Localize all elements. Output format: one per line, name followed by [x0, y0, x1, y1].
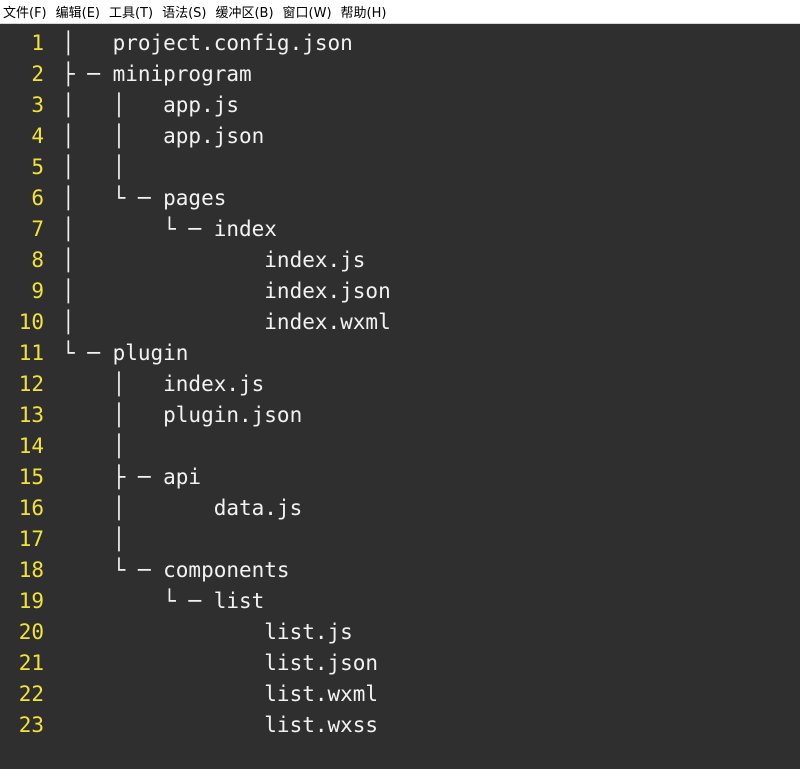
editor-line[interactable]: 23 list.wxss: [0, 710, 800, 741]
editor-line[interactable]: 22 list.wxml: [0, 679, 800, 710]
editor-area[interactable]: 1 │ project.config.json 2 ├ ─ miniprogram …: [0, 24, 800, 769]
line-number: 5: [31, 155, 44, 179]
line-text[interactable]: │ index.js: [62, 369, 265, 400]
line-text[interactable]: │ │ app.js: [62, 90, 239, 121]
line-text[interactable]: ├ ─ miniprogram: [62, 59, 252, 90]
editor-line[interactable]: 21 list.json: [0, 648, 800, 679]
line-number: 19: [18, 589, 44, 613]
editor-line[interactable]: 14 │: [0, 431, 800, 462]
editor-line[interactable]: 17 │: [0, 524, 800, 555]
editor-line[interactable]: 3 │ │ app.js: [0, 90, 800, 121]
line-text[interactable]: └ ─ plugin: [62, 338, 188, 369]
editor-line[interactable]: 12 │ index.js: [0, 369, 800, 400]
line-number: 17: [18, 527, 44, 551]
line-number: 3: [31, 93, 44, 117]
line-number: 22: [18, 682, 44, 706]
line-text[interactable]: list.wxss: [62, 710, 378, 741]
line-number: 18: [18, 558, 44, 582]
line-number: 1: [31, 31, 44, 55]
line-text[interactable]: ├ ─ api: [62, 462, 202, 493]
editor-line[interactable]: 6 │ └ ─ pages: [0, 183, 800, 214]
line-text[interactable]: │ │ app.json: [62, 121, 264, 152]
editor-line[interactable]: 8 │ index.js: [0, 245, 800, 276]
line-text[interactable]: list.js: [62, 617, 353, 648]
menu-help[interactable]: 帮助(H): [341, 2, 387, 21]
line-text[interactable]: │ │: [62, 152, 125, 183]
line-number: 13: [18, 403, 44, 427]
line-text[interactable]: │ index.wxml: [62, 307, 391, 338]
line-number: 12: [18, 372, 44, 396]
editor-line[interactable]: 10 │ index.wxml: [0, 307, 800, 338]
line-text[interactable]: │ data.js: [62, 493, 303, 524]
line-text[interactable]: │ index.js: [62, 245, 365, 276]
menu-edit[interactable]: 编辑(E): [56, 2, 100, 21]
line-number: 7: [31, 217, 44, 241]
line-number: 14: [18, 434, 44, 458]
line-number: 16: [18, 496, 44, 520]
editor-line[interactable]: 4 │ │ app.json: [0, 121, 800, 152]
editor-line[interactable]: 15 ├ ─ api: [0, 462, 800, 493]
editor-line[interactable]: 7 │ └ ─ index: [0, 214, 800, 245]
menu-file[interactable]: 文件(F): [3, 2, 47, 21]
line-number: 20: [18, 620, 44, 644]
line-text[interactable]: └ ─ list: [62, 586, 264, 617]
line-number: 10: [18, 310, 44, 334]
line-text[interactable]: │ └ ─ index: [62, 214, 277, 245]
line-number: 9: [31, 279, 44, 303]
editor-line[interactable]: 16 │ data.js: [0, 493, 800, 524]
line-text[interactable]: │ project.config.json: [62, 28, 353, 59]
editor-line[interactable]: 5 │ │: [0, 152, 800, 183]
line-number: 21: [18, 651, 44, 675]
line-number: 2: [31, 62, 44, 86]
line-number: 11: [18, 341, 44, 365]
editor-line[interactable]: 1 │ project.config.json: [0, 28, 800, 59]
editor-line[interactable]: 2 ├ ─ miniprogram: [0, 59, 800, 90]
editor-line[interactable]: 18 └ ─ components: [0, 555, 800, 586]
editor-line[interactable]: 13 │ plugin.json: [0, 400, 800, 431]
line-number: 15: [18, 465, 44, 489]
editor-line[interactable]: 9 │ index.json: [0, 276, 800, 307]
menu-syntax[interactable]: 语法(S): [162, 2, 206, 21]
line-text[interactable]: │: [62, 524, 126, 555]
line-text[interactable]: └ ─ components: [62, 555, 290, 586]
line-text[interactable]: │ plugin.json: [62, 400, 303, 431]
menu-buffers[interactable]: 缓冲区(B): [215, 2, 273, 21]
line-text[interactable]: list.wxml: [62, 679, 378, 710]
line-number: 6: [31, 186, 44, 210]
editor-line[interactable]: 20 list.js: [0, 617, 800, 648]
editor-line[interactable]: 11 └ ─ plugin: [0, 338, 800, 369]
menu-window[interactable]: 窗口(W): [283, 2, 332, 21]
line-number: 8: [31, 248, 44, 272]
line-text[interactable]: │ └ ─ pages: [62, 183, 226, 214]
menu-bar: 文件(F) 编辑(E) 工具(T) 语法(S) 缓冲区(B) 窗口(W) 帮助(…: [0, 0, 800, 24]
line-text[interactable]: │: [62, 431, 126, 462]
line-number: 4: [31, 124, 44, 148]
editor-line[interactable]: 19 └ ─ list: [0, 586, 800, 617]
line-text[interactable]: │ index.json: [62, 276, 391, 307]
menu-tools[interactable]: 工具(T): [109, 2, 153, 21]
line-text[interactable]: list.json: [62, 648, 378, 679]
line-number: 23: [18, 713, 44, 737]
